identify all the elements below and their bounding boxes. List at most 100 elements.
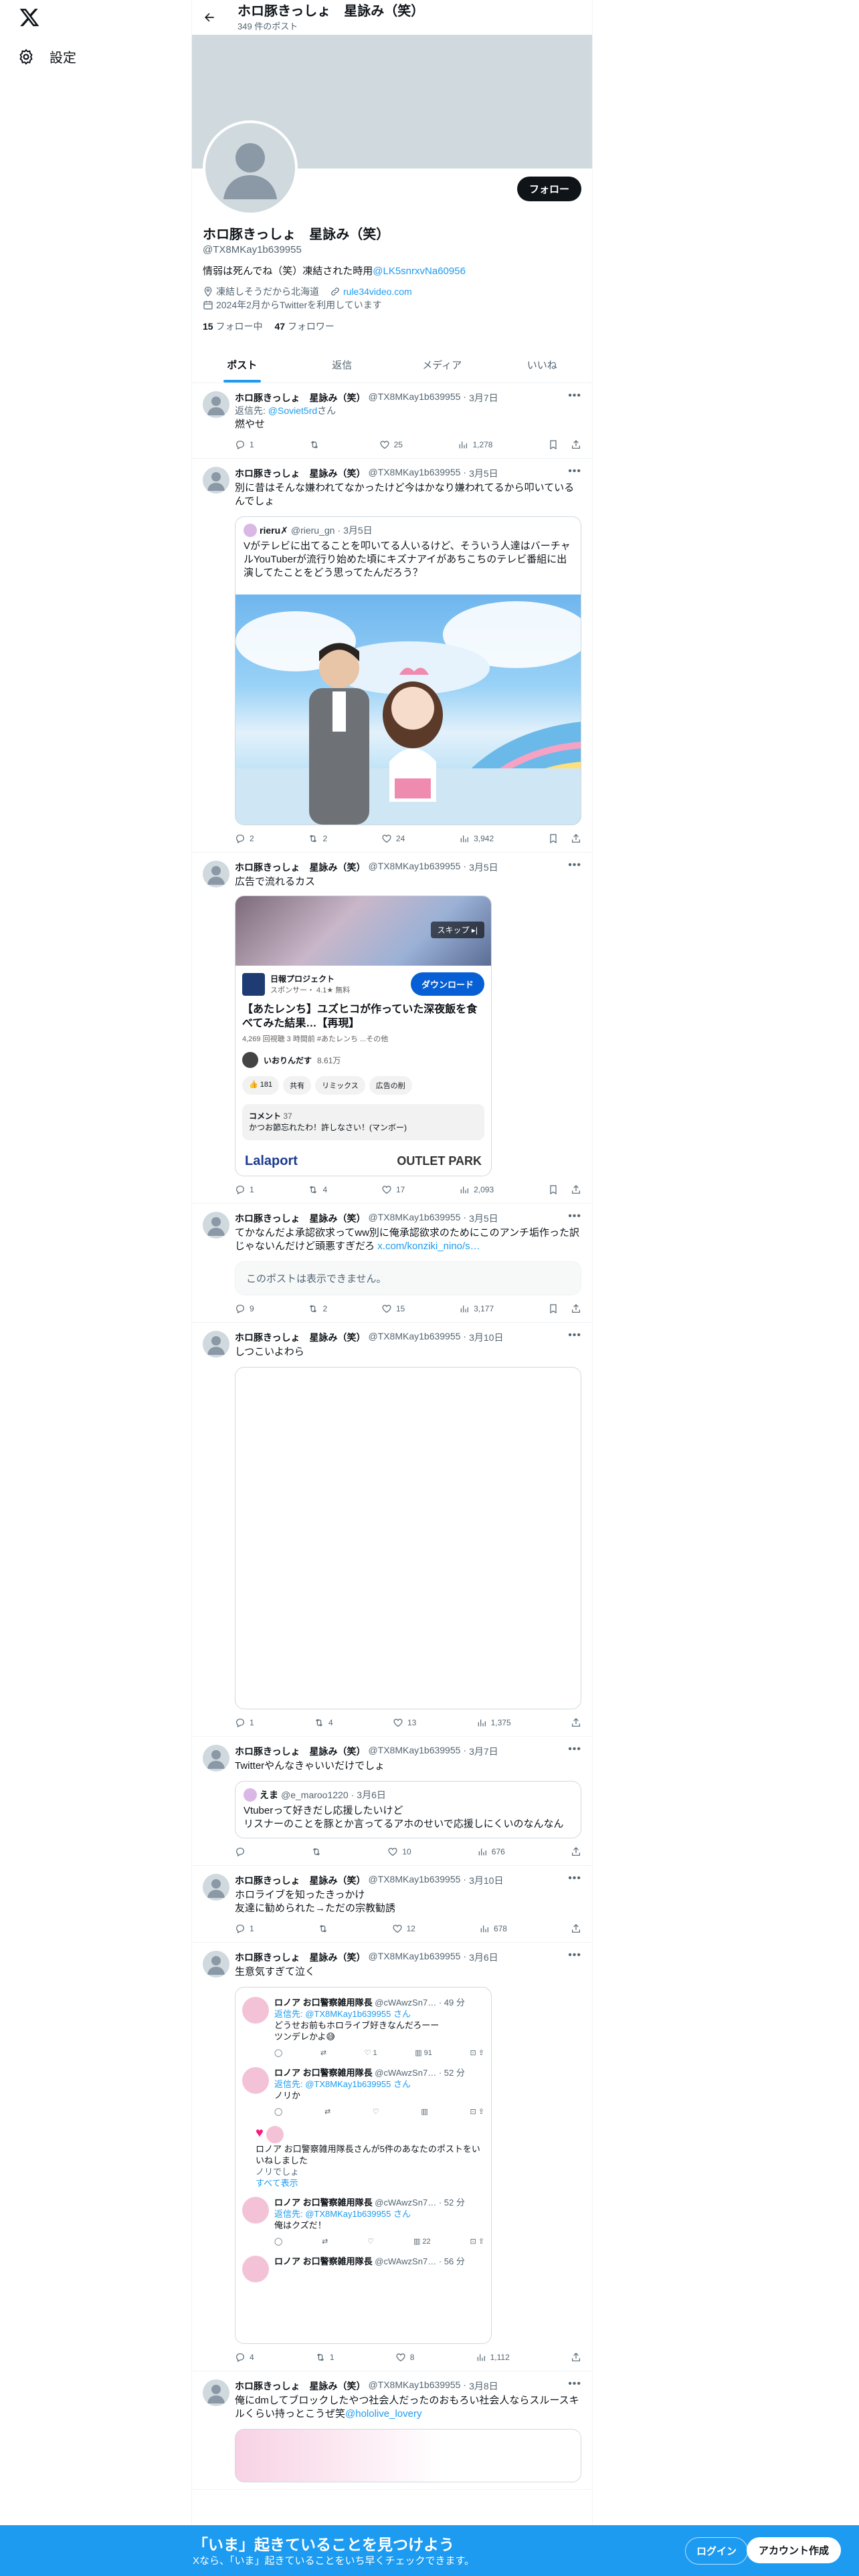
like-button[interactable]: 17 (381, 1184, 405, 1195)
profile-website[interactable]: rule34video.com (343, 285, 412, 298)
followers-link[interactable]: 47 フォロワー (274, 320, 334, 333)
retweet-button[interactable]: 2 (308, 1303, 327, 1314)
tweet[interactable]: ••• ホロ豚きっしょ 星詠み（笑） @TX8MKay1b639955 · 3月10日… (192, 1323, 592, 1737)
more-icon[interactable]: ••• (568, 1872, 581, 1885)
retweet-button[interactable] (309, 439, 324, 450)
retweet-button[interactable] (311, 1846, 322, 1857)
x-logo-icon[interactable] (19, 7, 40, 28)
tweet-date[interactable]: 3月5日 (469, 1212, 498, 1225)
quote-tweet[interactable]: えま @e_maroo1220 · 3月6日 Vtuberって好きだし応援したいけど … (235, 1781, 581, 1838)
tweet-author[interactable]: ホロ豚きっしょ 星詠み（笑） (235, 1331, 365, 1344)
tweet-date[interactable]: 3月10日 (469, 1874, 503, 1887)
share-icon[interactable] (571, 1184, 581, 1195)
tweet[interactable]: ••• ホロ豚きっしょ 星詠み（笑） @TX8MKay1b639955 · 3月10日… (192, 1866, 592, 1943)
tweet-avatar[interactable] (203, 391, 229, 418)
tweet[interactable]: ••• ホロ豚きっしょ 星詠み（笑） @TX8MKay1b639955 · 3月7日 … (192, 1737, 592, 1866)
follow-button[interactable]: フォロー (516, 177, 581, 201)
tweet[interactable]: ••• ホロ豚きっしょ 星詠み（笑） @TX8MKay1b639955 · 3月5日 … (192, 1204, 592, 1323)
tweet-date[interactable]: 3月8日 (469, 2379, 498, 2393)
tweet-handle[interactable]: @TX8MKay1b639955 (368, 1745, 460, 1758)
retweet-button[interactable]: 4 (308, 1184, 327, 1195)
tweet-avatar[interactable] (203, 861, 229, 887)
tweet-date[interactable]: 3月7日 (469, 391, 498, 405)
more-icon[interactable]: ••• (568, 859, 581, 871)
like-button[interactable]: 24 (381, 833, 405, 844)
tweet-date[interactable]: 3月10日 (469, 1331, 503, 1344)
tweet-link[interactable]: x.com/konziki_nino/s… (377, 1241, 480, 1252)
back-arrow-icon[interactable] (203, 11, 216, 24)
quote-photo[interactable] (235, 595, 581, 825)
tweet-avatar[interactable] (203, 2379, 229, 2406)
tweet[interactable]: ••• ホロ豚きっしょ 星詠み（笑） @TX8MKay1b639955 · 3月5日 … (192, 853, 592, 1204)
tweet-date[interactable]: 3月7日 (469, 1745, 498, 1758)
retweet-button[interactable] (318, 1923, 328, 1934)
tweet-avatar[interactable] (203, 1331, 229, 1358)
tweet-avatar[interactable] (203, 1951, 229, 1977)
reply-button[interactable]: 4 (235, 2352, 254, 2363)
tweet-date[interactable]: 3月5日 (469, 861, 498, 874)
tweet-avatar[interactable] (203, 467, 229, 494)
views-button[interactable]: 678 (479, 1923, 507, 1934)
views-button[interactable]: 1,112 (476, 2352, 510, 2363)
following-link[interactable]: 15 フォロー中 (203, 320, 262, 333)
tweet-handle[interactable]: @TX8MKay1b639955 (368, 1212, 460, 1225)
like-button[interactable]: 13 (393, 1717, 416, 1728)
share-icon[interactable] (571, 1846, 581, 1857)
more-icon[interactable]: ••• (568, 1210, 581, 1222)
tab-replies[interactable]: 返信 (292, 348, 393, 383)
tweet[interactable]: ••• ホロ豚きっしょ 星詠み（笑） @TX8MKay1b639955 · 3月6日 … (192, 1943, 592, 2371)
more-icon[interactable]: ••• (568, 1329, 581, 1341)
tab-posts[interactable]: ポスト (192, 348, 292, 383)
tweet-handle[interactable]: @TX8MKay1b639955 (368, 861, 460, 874)
reply-button[interactable]: 1 (235, 1184, 254, 1195)
tweet-date[interactable]: 3月6日 (469, 1951, 498, 1964)
reply-mention[interactable]: @Soviet5rd (268, 405, 317, 416)
views-button[interactable]: 2,093 (459, 1184, 494, 1195)
tweet-handle[interactable]: @TX8MKay1b639955 (368, 467, 460, 480)
tweet-handle[interactable]: @TX8MKay1b639955 (368, 2379, 460, 2393)
reply-button[interactable] (235, 1846, 246, 1857)
like-button[interactable]: 12 (392, 1923, 415, 1934)
reply-button[interactable]: 1 (235, 1717, 254, 1728)
like-button[interactable]: 8 (395, 2352, 414, 2363)
media-image[interactable] (235, 2429, 581, 2482)
tweet-avatar[interactable] (203, 1874, 229, 1901)
views-button[interactable]: 1,375 (476, 1717, 511, 1728)
tweet-author[interactable]: ホロ豚きっしょ 星詠み（笑） (235, 1745, 365, 1758)
retweet-button[interactable]: 4 (314, 1717, 333, 1728)
tweet-author[interactable]: ホロ豚きっしょ 星詠み（笑） (235, 391, 365, 405)
more-icon[interactable]: ••• (568, 465, 581, 477)
tweet-handle[interactable]: @TX8MKay1b639955 (368, 1331, 460, 1344)
tweet-mention[interactable]: @hololive_lovery (345, 2408, 421, 2420)
quote-tweet[interactable]: rieru✗ @rieru_gn · 3月5日 Vがテレビに出てることを叩いてる人いる… (235, 516, 581, 825)
media-video[interactable] (235, 1367, 581, 1709)
tweet-author[interactable]: ホロ豚きっしょ 星詠み（笑） (235, 1951, 365, 1964)
like-button[interactable]: 25 (379, 439, 403, 450)
login-button[interactable]: ログイン (685, 2537, 749, 2565)
tweet-author[interactable]: ホロ豚きっしょ 星詠み（笑） (235, 1212, 365, 1225)
tweet-avatar[interactable] (203, 1212, 229, 1239)
reply-button[interactable]: 1 (235, 439, 254, 450)
share-icon[interactable] (571, 1717, 581, 1728)
views-button[interactable]: 676 (477, 1846, 505, 1857)
signup-button[interactable]: アカウント作成 (747, 2537, 842, 2563)
reply-button[interactable]: 9 (235, 1303, 254, 1314)
reply-button[interactable]: 1 (235, 1923, 254, 1934)
views-button[interactable]: 1,278 (458, 439, 492, 450)
share-icon[interactable] (571, 1303, 581, 1314)
reply-button[interactable]: 2 (235, 833, 254, 844)
share-icon[interactable] (571, 439, 581, 450)
ad-screenshot[interactable]: スキップ ▸| 日報プロジェクト スポンサー・ 4.1★ 無料 ダウンロード 【あ… (235, 895, 492, 1176)
tab-likes[interactable]: いいね (492, 348, 593, 383)
bookmark-icon[interactable] (548, 439, 559, 450)
bookmark-icon[interactable] (548, 1303, 559, 1314)
tweet-author[interactable]: ホロ豚きっしょ 星詠み（笑） (235, 2379, 365, 2393)
tab-media[interactable]: メディア (392, 348, 492, 383)
tweet-avatar[interactable] (203, 1745, 229, 1772)
profile-avatar[interactable] (203, 120, 298, 215)
more-icon[interactable]: ••• (568, 1949, 581, 1961)
tweet-author[interactable]: ホロ豚きっしょ 星詠み（笑） (235, 861, 365, 874)
settings-link[interactable]: 設定 (17, 47, 76, 66)
share-icon[interactable] (571, 833, 581, 844)
tweet-author[interactable]: ホロ豚きっしょ 星詠み（笑） (235, 1874, 365, 1887)
